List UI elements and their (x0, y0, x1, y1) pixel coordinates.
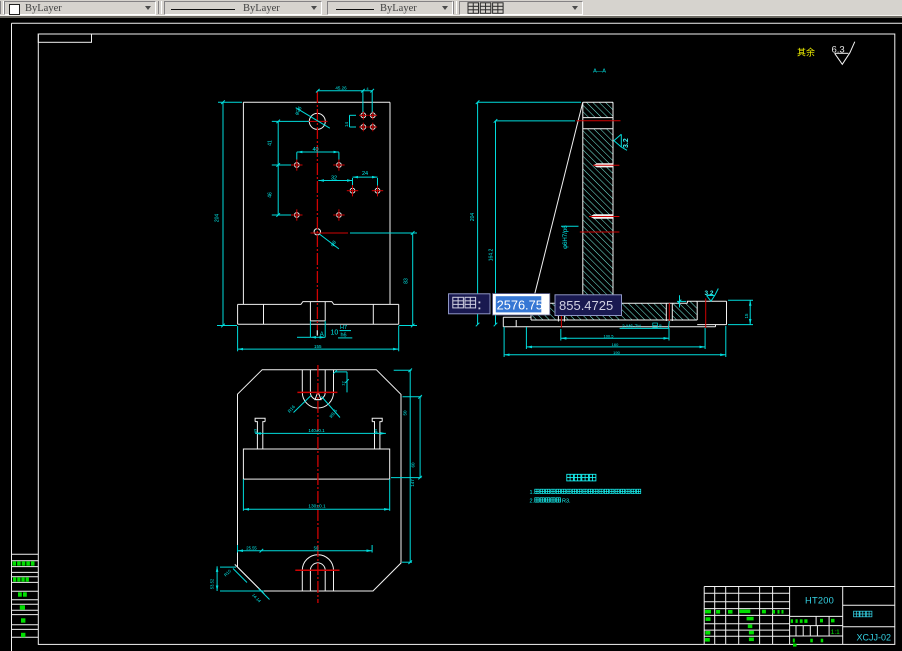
svg-text:41: 41 (268, 140, 274, 146)
svg-text:其余: 其余 (797, 47, 815, 58)
svg-text:190: 190 (613, 350, 620, 355)
svg-text:14.14: 14.14 (251, 592, 262, 603)
svg-text:15: 15 (744, 313, 749, 319)
svg-text:h6: h6 (341, 332, 347, 338)
svg-text:46: 46 (268, 192, 274, 198)
svg-text:HT200: HT200 (805, 596, 834, 606)
svg-text:12: 12 (340, 381, 345, 386)
svg-text:130±0.1: 130±0.1 (308, 504, 326, 510)
svg-text:24: 24 (362, 171, 368, 177)
svg-text:H7: H7 (340, 325, 347, 331)
svg-text:140±0.1: 140±0.1 (308, 428, 325, 433)
svg-text:160: 160 (612, 342, 619, 347)
svg-text:φ26: φ26 (294, 105, 304, 116)
svg-text:25.55: 25.55 (246, 545, 257, 550)
svg-text:A: A (320, 332, 324, 338)
svg-text:45.26: 45.26 (335, 86, 347, 91)
svg-text:8: 8 (659, 324, 662, 330)
svg-text:2.: 2. (530, 499, 535, 505)
svg-text:83: 83 (404, 278, 410, 284)
svg-text:3.2: 3.2 (705, 290, 714, 297)
svg-text:2576.75: 2576.75 (497, 298, 543, 313)
svg-text:50: 50 (314, 545, 319, 550)
svg-text:10: 10 (331, 330, 339, 337)
svg-text:1.: 1. (530, 490, 535, 496)
svg-text:R16: R16 (287, 404, 297, 414)
svg-text:R10: R10 (223, 568, 232, 577)
svg-text:XCJJ-02: XCJJ-02 (857, 632, 892, 642)
svg-text:R3.: R3. (562, 499, 571, 505)
svg-text:60: 60 (411, 462, 416, 468)
svg-text:2-M6-7H: 2-M6-7H (622, 324, 641, 330)
svg-text:204: 204 (215, 214, 221, 223)
svg-text:4: 4 (366, 86, 369, 91)
svg-text:φ6H7/p6: φ6H7/p6 (562, 225, 569, 249)
svg-text:φ9: φ9 (374, 429, 378, 434)
svg-text:53.52: 53.52 (210, 578, 215, 589)
svg-text:164.2: 164.2 (489, 249, 495, 262)
svg-text:φ9: φ9 (254, 429, 258, 434)
svg-text:1:1: 1:1 (831, 629, 840, 636)
svg-text:147: 147 (410, 479, 415, 487)
svg-text:855.4725: 855.4725 (559, 298, 613, 313)
svg-text:A—A: A—A (593, 69, 606, 75)
svg-text:155: 155 (314, 344, 322, 349)
svg-text:100.5: 100.5 (603, 334, 614, 339)
svg-text:204: 204 (470, 213, 476, 222)
svg-text:3.2: 3.2 (623, 138, 630, 148)
svg-text:40: 40 (312, 147, 318, 153)
svg-text:14: 14 (344, 122, 349, 128)
svg-text:32: 32 (331, 175, 337, 181)
svg-text:50: 50 (403, 410, 408, 416)
svg-text:6.3: 6.3 (832, 45, 845, 56)
